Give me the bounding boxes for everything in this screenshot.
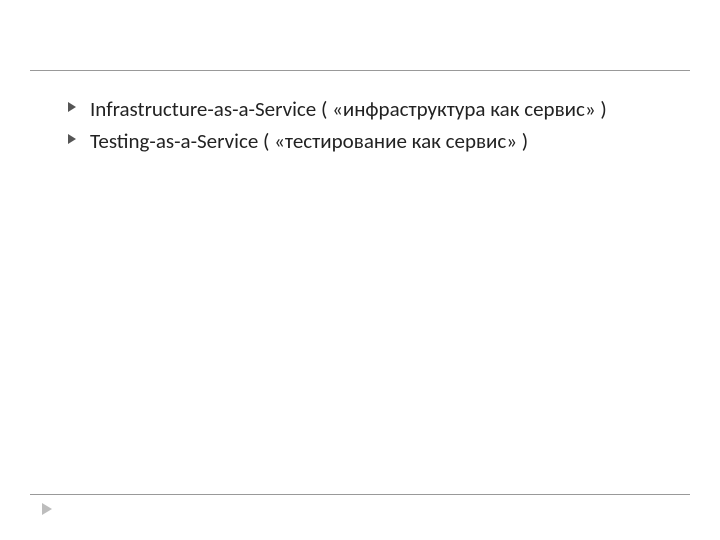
bullet-list: Infrastructure-as-a-Service ( «инфрастру… bbox=[50, 95, 660, 156]
top-divider bbox=[30, 70, 690, 71]
list-item-text: Infrastructure-as-a-Service ( «инфрастру… bbox=[90, 96, 607, 122]
corner-triangle-icon bbox=[42, 503, 52, 515]
list-item-text: Testing-as-a-Service ( «тестирование как… bbox=[90, 128, 528, 154]
slide-body: Infrastructure-as-a-Service ( «инфрастру… bbox=[0, 0, 720, 540]
list-item: Infrastructure-as-a-Service ( «инфрастру… bbox=[68, 95, 660, 123]
bottom-divider bbox=[30, 494, 690, 495]
triangle-bullet-icon bbox=[68, 134, 76, 144]
list-item: Testing-as-a-Service ( «тестирование как… bbox=[68, 127, 660, 155]
triangle-bullet-icon bbox=[68, 102, 76, 112]
